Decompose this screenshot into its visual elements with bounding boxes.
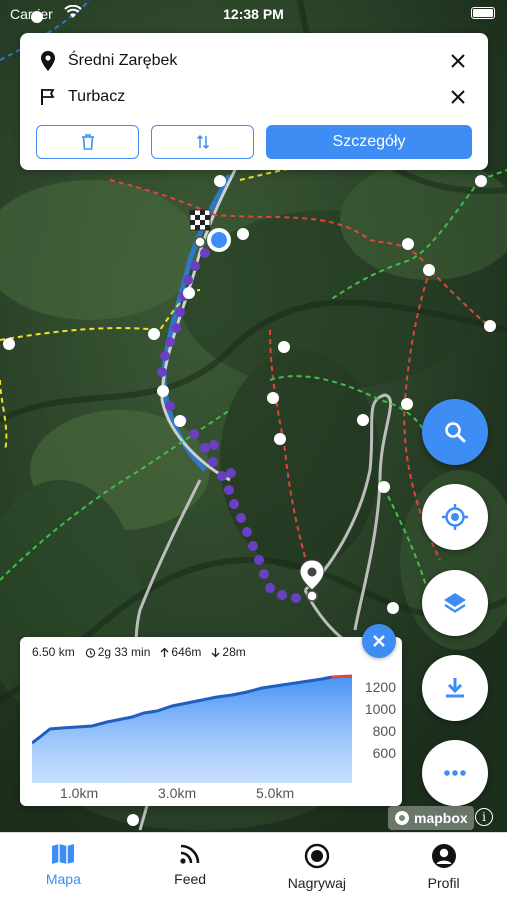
- elevation-chart[interactable]: [32, 667, 374, 783]
- location-pin-icon: [38, 51, 58, 71]
- tab-label: Feed: [174, 871, 207, 887]
- route-start-label: Średni Zarębek: [68, 52, 178, 69]
- clear-destination-button[interactable]: [446, 85, 470, 109]
- locate-me-button[interactable]: [422, 484, 488, 550]
- tab-feed[interactable]: Feed: [127, 833, 254, 900]
- flag-icon: [38, 88, 58, 106]
- route-duration-value: 2g 33 min: [97, 645, 151, 659]
- search-icon: [445, 422, 466, 443]
- download-icon: [446, 678, 464, 698]
- user-icon: [431, 844, 456, 868]
- arrow-down-icon: [211, 647, 220, 657]
- route-duration: 2g 33 min: [85, 645, 151, 659]
- tab-label: Nagrywaj: [287, 875, 347, 891]
- route-distance: 6.50 km: [32, 645, 75, 659]
- rss-feed-icon: [180, 844, 200, 864]
- download-map-button[interactable]: [422, 655, 488, 721]
- elevation-profile-panel: 6.50 km 2g 33 min 646m 28m 1200 1000 800…: [20, 637, 402, 806]
- route-start-row[interactable]: Średni Zarębek: [20, 43, 488, 79]
- tab-label: Profil: [427, 875, 460, 891]
- clear-start-button[interactable]: [446, 49, 470, 73]
- map-icon: [52, 844, 75, 864]
- more-icon: [444, 770, 466, 776]
- mapbox-logo: mapbox: [388, 806, 474, 830]
- y-tick-label: 600: [372, 745, 396, 761]
- clock: 12:38 PM: [223, 6, 284, 22]
- tab-mapa[interactable]: Mapa: [0, 833, 127, 900]
- locate-icon: [442, 504, 468, 530]
- tab-profil[interactable]: Profil: [380, 833, 507, 900]
- swap-arrows-icon: [196, 134, 209, 150]
- arrow-up-icon: [160, 647, 169, 657]
- close-icon: [373, 635, 385, 647]
- timer-icon: [85, 647, 95, 658]
- more-options-button[interactable]: [422, 740, 488, 806]
- route-details-button[interactable]: Szczegóły: [266, 125, 472, 159]
- layers-icon: [444, 593, 466, 613]
- route-stats: 6.50 km 2g 33 min 646m 28m: [32, 645, 246, 659]
- route-ascent-value: 646m: [171, 645, 202, 659]
- current-location-dot: [207, 228, 231, 252]
- battery-icon: [471, 7, 495, 19]
- route-destination-row[interactable]: Turbacz: [20, 79, 488, 115]
- delete-route-button[interactable]: [36, 125, 139, 159]
- x-tick-label: 1.0km: [60, 785, 99, 801]
- x-tick-label: 3.0km: [158, 785, 197, 801]
- tab-bar: Mapa Feed Nagrywaj Profil: [0, 832, 507, 900]
- search-button[interactable]: [422, 399, 488, 465]
- y-tick-label: 1200: [364, 679, 396, 695]
- route-descent-value: 28m: [222, 645, 246, 659]
- tab-nagrywaj[interactable]: Nagrywaj: [254, 833, 381, 900]
- route-destination-label: Turbacz: [68, 88, 126, 105]
- swap-route-button[interactable]: [151, 125, 254, 159]
- elevation-line-summit: [331, 674, 353, 679]
- tab-label: Mapa: [45, 871, 81, 887]
- status-bar: Carrier 12:38 PM: [0, 0, 507, 28]
- record-icon: [304, 843, 330, 869]
- y-tick-label: 800: [372, 723, 396, 739]
- attribution-info-icon[interactable]: i: [475, 808, 493, 826]
- mapbox-label: mapbox: [414, 810, 468, 826]
- close-icon: [451, 90, 465, 104]
- x-tick-label: 5.0km: [256, 785, 295, 801]
- trash-icon: [81, 134, 94, 150]
- y-tick-label: 1000: [364, 701, 396, 717]
- map-layers-button[interactable]: [422, 570, 488, 636]
- route-ascent: 646m: [160, 645, 201, 659]
- close-icon: [451, 54, 465, 68]
- elevation-area: [32, 676, 352, 783]
- route-descent: 28m: [211, 645, 246, 659]
- close-elevation-button[interactable]: [362, 624, 396, 658]
- mapbox-icon: [395, 811, 409, 825]
- destination-pin-marker[interactable]: [298, 558, 326, 602]
- route-planner-card: Średni Zarębek Turbacz Szczegóły: [20, 33, 488, 170]
